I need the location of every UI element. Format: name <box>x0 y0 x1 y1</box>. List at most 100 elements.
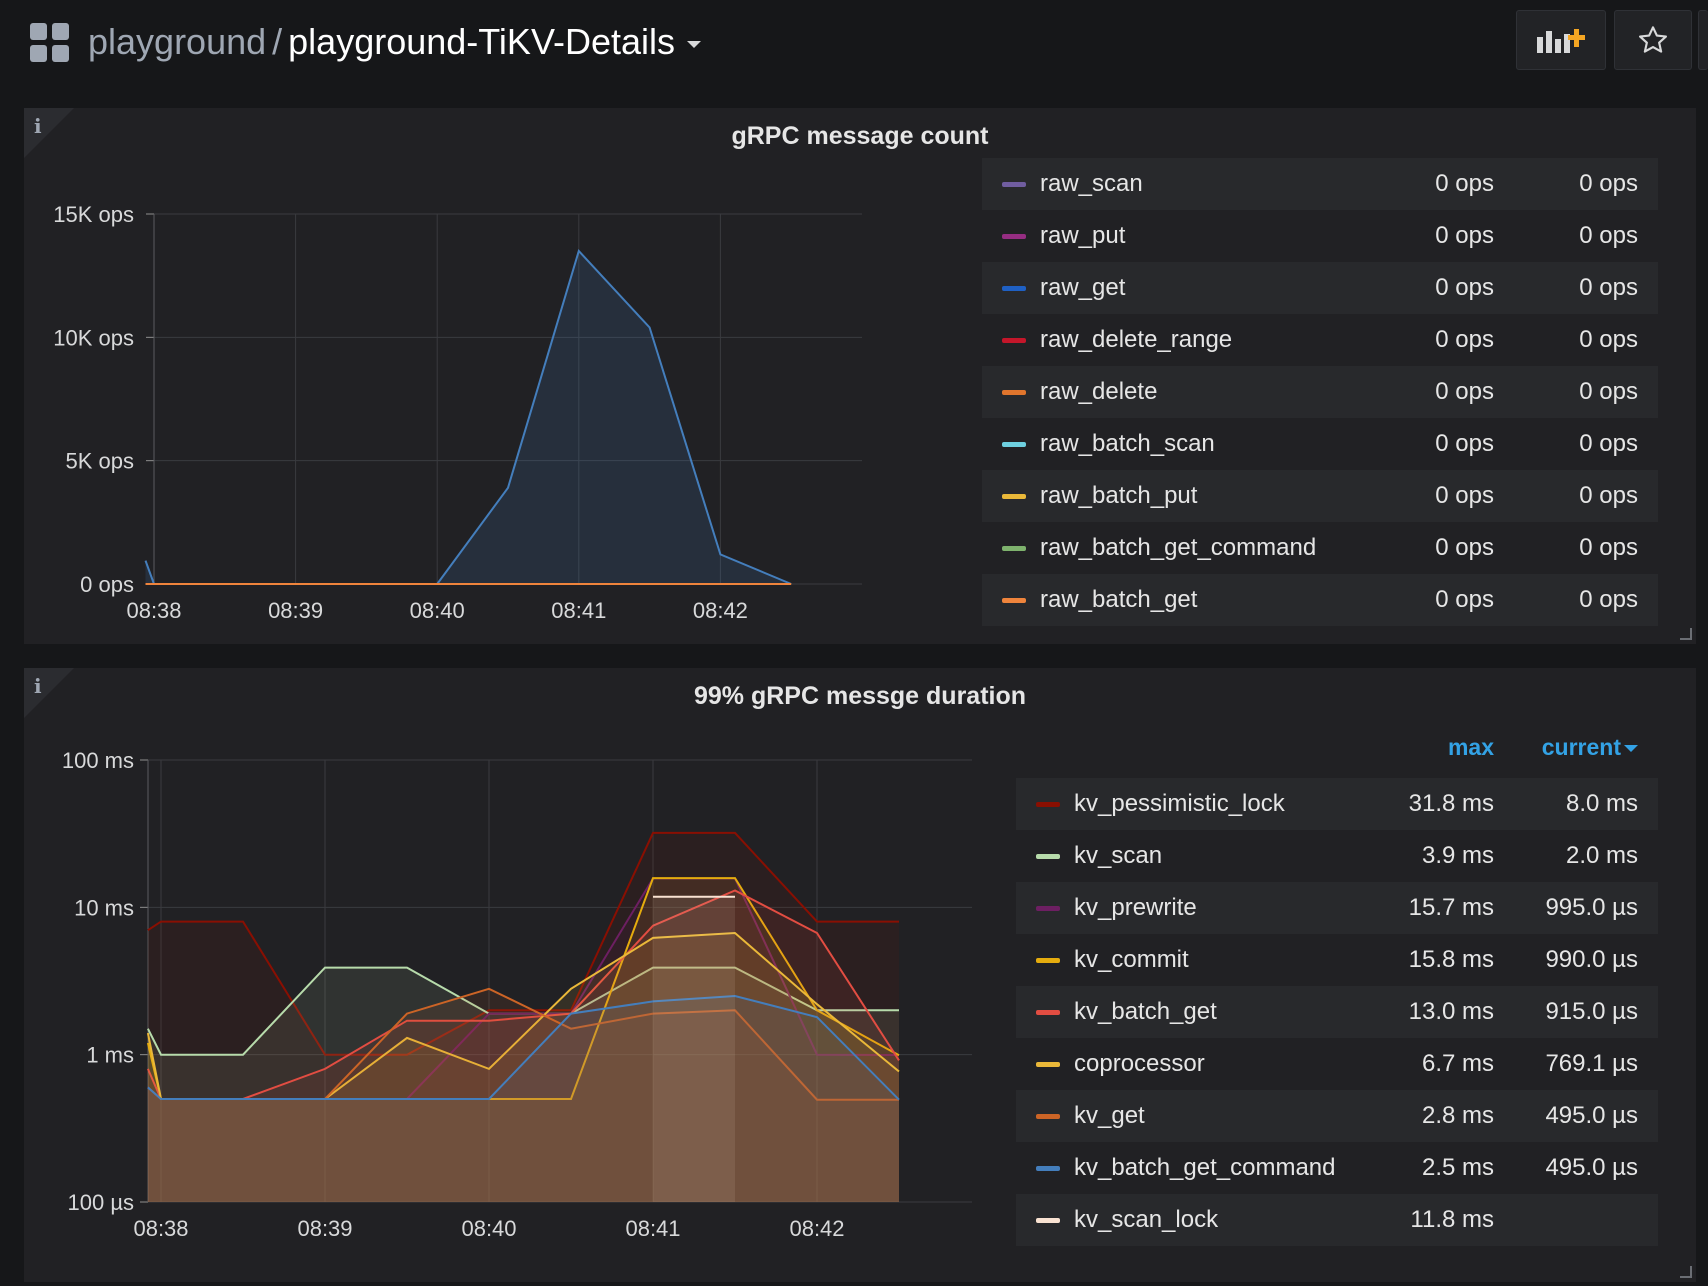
legend-series-swatch[interactable] <box>1002 546 1026 551</box>
y-tick-label: 10 ms <box>74 895 134 920</box>
dashboard-grid-icon[interactable] <box>30 23 70 63</box>
legend-series-swatch[interactable] <box>1036 1166 1060 1171</box>
panel-title[interactable]: 99% gRPC messge duration <box>24 682 1696 711</box>
legend-series-max: 0 ops <box>1435 586 1494 613</box>
legend-series-name[interactable]: raw_batch_scan <box>1040 430 1215 458</box>
dashboard-topbar: playground / playground-TiKV-Details <box>0 0 1708 100</box>
add-panel-button[interactable] <box>1516 10 1606 70</box>
legend-series-max: 0 ops <box>1435 482 1494 509</box>
y-tick-label: 5K ops <box>66 449 135 474</box>
legend-series-name[interactable]: kv_prewrite <box>1074 894 1197 922</box>
legend-series-swatch[interactable] <box>1036 1062 1060 1067</box>
panel-resize-handle[interactable] <box>1680 628 1692 640</box>
panel-grpc-message-count: i gRPC message count 0 ops 5K ops 10K ops 1… <box>24 108 1696 644</box>
dashboard-picker-caret-icon[interactable] <box>687 40 701 48</box>
legend-series-name[interactable]: raw_put <box>1040 222 1125 250</box>
legend-series-name[interactable]: raw_batch_get_command <box>1040 534 1316 562</box>
legend-row-raw-scan[interactable]: raw_scan 0 ops 0 ops <box>982 158 1658 210</box>
legend-series-name[interactable]: kv_scan <box>1074 842 1162 870</box>
grpc-duration-chart[interactable]: 100 µs 1 ms 10 ms 100 ms 08:38 08:39 08:40 08:4… <box>24 728 984 1274</box>
legend-series-swatch[interactable] <box>1036 1218 1060 1223</box>
legend-series-swatch[interactable] <box>1036 958 1060 963</box>
legend-row-raw-get[interactable]: raw_get 0 ops 0 ops <box>982 262 1658 314</box>
legend-series-name[interactable]: raw_batch_put <box>1040 482 1197 510</box>
legend-series-name[interactable]: raw_delete_range <box>1040 326 1232 354</box>
legend-header-max[interactable]: max <box>1448 734 1494 761</box>
legend-series-current: 0 ops <box>1579 170 1638 197</box>
legend-series-max: 0 ops <box>1435 430 1494 457</box>
legend-row-kv-batch-get-command[interactable]: kv_batch_get_command 2.5 ms 495.0 µs <box>1016 1142 1658 1194</box>
legend-row-raw-delete-range[interactable]: raw_delete_range 0 ops 0 ops <box>982 314 1658 366</box>
legend-series-current: 0 ops <box>1579 534 1638 561</box>
legend-row-kv-get[interactable]: kv_get 2.8 ms 495.0 µs <box>1016 1090 1658 1142</box>
series-area-kv-scan-lock <box>653 896 735 1202</box>
legend-row-raw-put[interactable]: raw_put 0 ops 0 ops <box>982 210 1658 262</box>
legend-series-name[interactable]: kv_commit <box>1074 946 1189 974</box>
x-tick-label: 08:41 <box>625 1216 680 1241</box>
legend-row-coprocessor[interactable]: coprocessor 6.7 ms 769.1 µs <box>1016 1038 1658 1090</box>
grpc-message-count-chart[interactable]: 0 ops 5K ops 10K ops 15K ops 08:38 08:39 08:40… <box>24 158 944 648</box>
legend-series-name[interactable]: kv_pessimistic_lock <box>1074 790 1285 818</box>
legend-series-name[interactable]: kv_batch_get <box>1074 998 1217 1026</box>
y-tick-label: 10K ops <box>53 325 134 350</box>
legend-series-swatch[interactable] <box>1002 598 1026 603</box>
legend-series-name[interactable]: raw_get <box>1040 274 1125 302</box>
legend-series-swatch[interactable] <box>1036 1114 1060 1119</box>
breadcrumb-folder[interactable]: playground <box>88 21 266 62</box>
legend-series-swatch[interactable] <box>1002 390 1026 395</box>
legend-series-swatch[interactable] <box>1002 182 1026 187</box>
legend-header-current-label[interactable]: current <box>1542 734 1621 760</box>
legend-series-swatch[interactable] <box>1036 906 1060 911</box>
legend-series-swatch[interactable] <box>1002 234 1026 239</box>
legend-row-raw-batch-get[interactable]: raw_batch_get 0 ops 0 ops <box>982 574 1658 626</box>
legend-series-name[interactable]: kv_scan_lock <box>1074 1206 1218 1234</box>
legend-series-name[interactable]: raw_batch_get <box>1040 586 1197 614</box>
grpc-message-count-legend[interactable]: raw_scan 0 ops 0 ops raw_put 0 ops 0 ops raw_g… <box>982 158 1658 628</box>
legend-series-max: 15.8 ms <box>1408 946 1494 973</box>
legend-row-raw-delete[interactable]: raw_delete 0 ops 0 ops <box>982 366 1658 418</box>
legend-series-name[interactable]: raw_delete <box>1040 378 1157 406</box>
star-dashboard-button[interactable] <box>1614 10 1692 70</box>
legend-series-max: 6.7 ms <box>1421 1050 1494 1077</box>
legend-row-raw-batch-get-command[interactable]: raw_batch_get_command 0 ops 0 ops <box>982 522 1658 574</box>
legend-series-current: 2.0 ms <box>1565 842 1638 869</box>
panel-resize-handle[interactable] <box>1680 1266 1692 1278</box>
legend-series-swatch[interactable] <box>1036 854 1060 859</box>
x-tick-label: 08:42 <box>789 1216 844 1241</box>
legend-row-raw-batch-scan[interactable]: raw_batch_scan 0 ops 0 ops <box>982 418 1658 470</box>
legend-row-kv-batch-get[interactable]: kv_batch_get 13.0 ms 915.0 µs <box>1016 986 1658 1038</box>
legend-series-name[interactable]: raw_scan <box>1040 170 1143 198</box>
legend-series-current: 0 ops <box>1579 430 1638 457</box>
legend-series-swatch[interactable] <box>1002 286 1026 291</box>
legend-series-current: 0 ops <box>1579 222 1638 249</box>
settings-button-partial[interactable] <box>1698 10 1708 70</box>
legend-series-swatch[interactable] <box>1002 338 1026 343</box>
y-tick-label: 100 µs <box>68 1190 135 1215</box>
legend-series-current: 769.1 µs <box>1545 1050 1638 1077</box>
legend-series-name[interactable]: kv_batch_get_command <box>1074 1154 1336 1182</box>
grpc-duration-legend[interactable]: max current kv_pessimistic_lock 31.8 ms 8.… <box>1016 734 1658 1274</box>
legend-series-max: 0 ops <box>1435 222 1494 249</box>
legend-row-kv-scan[interactable]: kv_scan 3.9 ms 2.0 ms <box>1016 830 1658 882</box>
legend-series-max: 15.7 ms <box>1408 894 1494 921</box>
legend-series-swatch[interactable] <box>1002 494 1026 499</box>
legend-series-name[interactable]: coprocessor <box>1074 1050 1205 1078</box>
legend-series-max: 31.8 ms <box>1408 790 1494 817</box>
legend-row-kv-commit[interactable]: kv_commit 15.8 ms 990.0 µs <box>1016 934 1658 986</box>
sort-desc-caret-icon <box>1624 745 1638 753</box>
legend-row-raw-batch-put[interactable]: raw_batch_put 0 ops 0 ops <box>982 470 1658 522</box>
legend-series-max: 11.8 ms <box>1410 1206 1494 1233</box>
legend-series-swatch[interactable] <box>1036 802 1060 807</box>
legend-series-name[interactable]: kv_get <box>1074 1102 1145 1130</box>
legend-series-max: 13.0 ms <box>1408 998 1494 1025</box>
legend-series-current: 0 ops <box>1579 378 1638 405</box>
legend-row-kv-scan-lock[interactable]: kv_scan_lock 11.8 ms <box>1016 1194 1658 1246</box>
legend-row-kv-pessimistic-lock[interactable]: kv_pessimistic_lock 31.8 ms 8.0 ms <box>1016 778 1658 830</box>
legend-series-swatch[interactable] <box>1036 1010 1060 1015</box>
dashboard-title[interactable]: playground-TiKV-Details <box>288 21 675 62</box>
legend-header-current[interactable]: current <box>1542 734 1638 761</box>
legend-row-kv-prewrite[interactable]: kv_prewrite 15.7 ms 995.0 µs <box>1016 882 1658 934</box>
panel-title[interactable]: gRPC message count <box>24 122 1696 151</box>
legend-series-current: 0 ops <box>1579 274 1638 301</box>
legend-series-swatch[interactable] <box>1002 442 1026 447</box>
